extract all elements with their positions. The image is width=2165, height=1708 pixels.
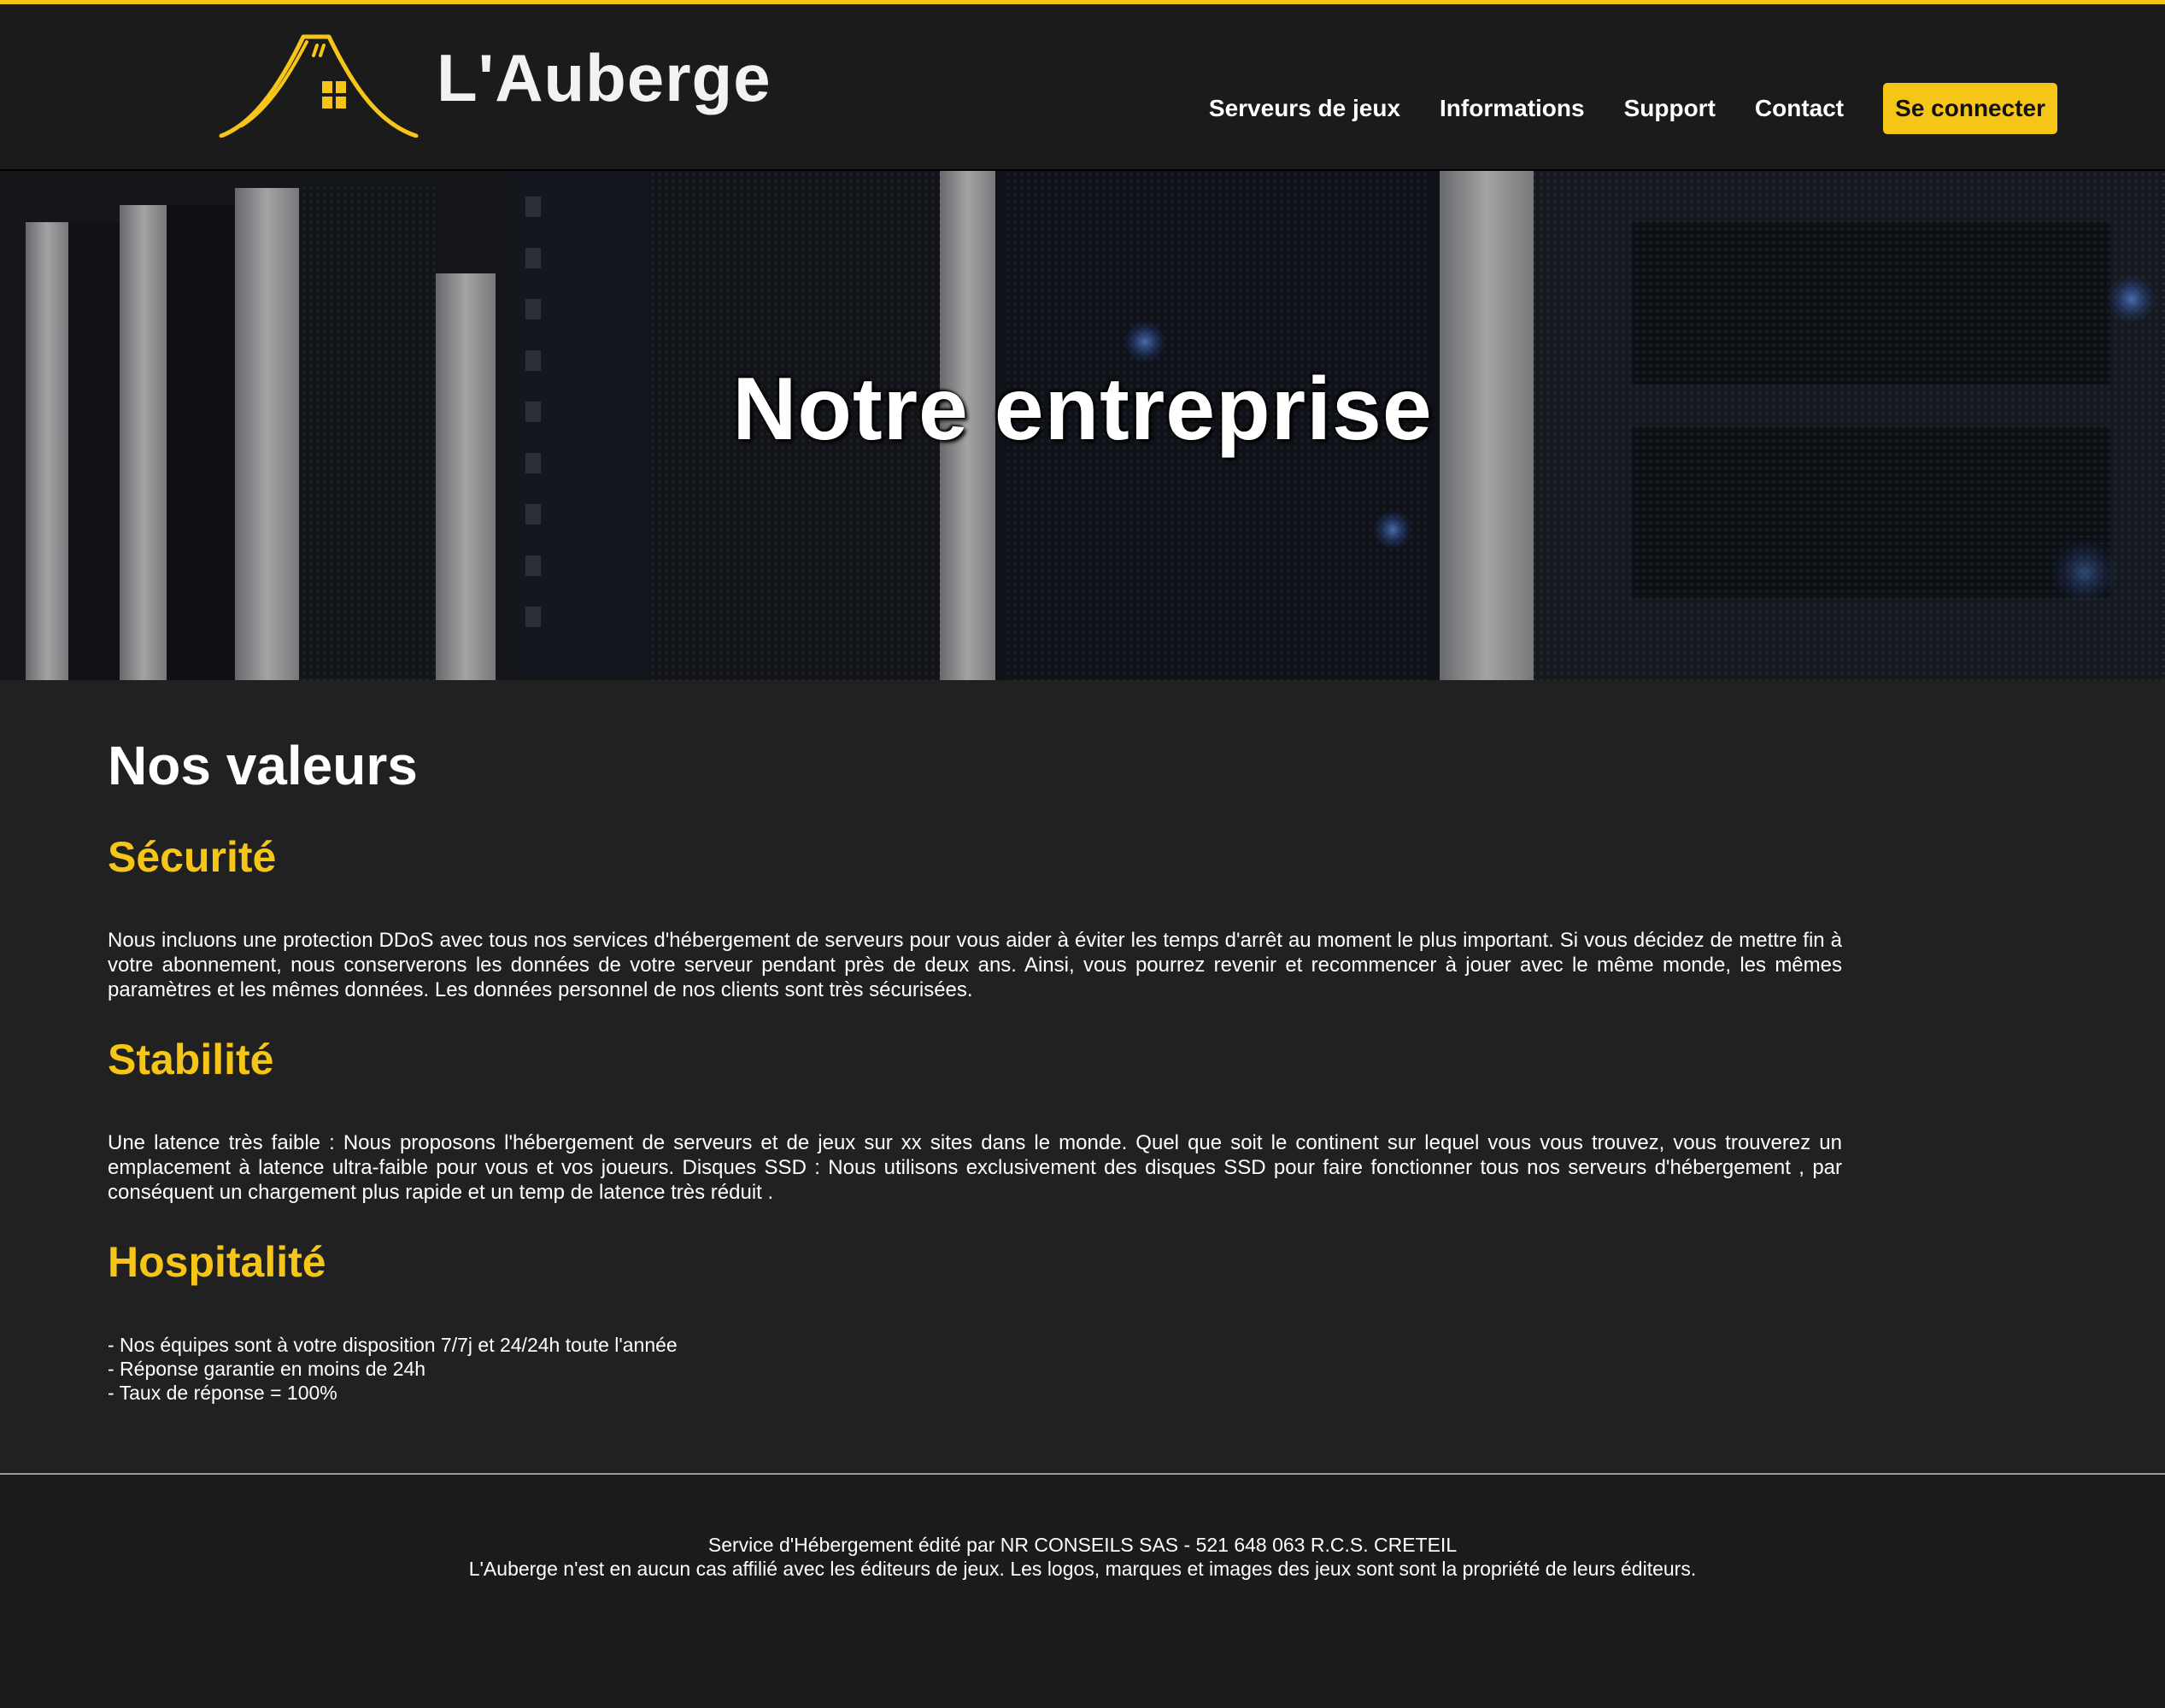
brand-home-link[interactable]: L'Auberge: [218, 30, 772, 138]
list-item: - Réponse garantie en moins de 24h: [108, 1358, 426, 1380]
hospitality-list: - Nos équipes sont à votre disposition 7…: [108, 1333, 1842, 1405]
site-footer: Service d'Hébergement édité par NR CONSE…: [0, 1473, 2165, 1708]
list-item: - Taux de réponse = 100%: [108, 1382, 337, 1404]
brand-name: L'Auberge: [437, 40, 772, 115]
login-button[interactable]: Se connecter: [1883, 83, 2057, 134]
main-content: Nos valeurs Sécurité Nous incluons une p…: [0, 680, 2165, 1473]
nav-item-informations[interactable]: Informations: [1440, 95, 1585, 122]
roof-house-icon: [219, 34, 419, 138]
section-title: Hospitalité: [108, 1238, 326, 1286]
nav-item-contact[interactable]: Contact: [1755, 95, 1844, 122]
footer-disclaimer-line: L'Auberge n'est en aucun cas affilié ave…: [468, 1558, 1697, 1580]
section-hospitalite: Hospitalité - Nos équipes sont à votre d…: [108, 1241, 1842, 1405]
list-item: - Nos équipes sont à votre disposition 7…: [108, 1334, 678, 1356]
section-title: Sécurité: [108, 833, 277, 881]
section-text: Une latence très faible : Nous proposons…: [108, 1131, 1842, 1204]
hero-banner: Notre entreprise: [0, 169, 2165, 682]
section-securite: Sécurité Nous incluons une protection DD…: [108, 836, 1842, 1002]
section-text: Nous incluons une protection DDoS avec t…: [108, 929, 1842, 1001]
footer-publisher-line: Service d'Hébergement édité par NR CONSE…: [707, 1534, 1458, 1556]
hero-title: Notre entreprise: [732, 360, 1433, 459]
nav-item-serveurs-de-jeux[interactable]: Serveurs de jeux: [1209, 95, 1400, 122]
section-title: Stabilité: [108, 1036, 274, 1083]
main-nav: Serveurs de jeux Informations Support Co…: [1170, 83, 2057, 134]
site-header: L'Auberge Serveurs de jeux Informations …: [0, 4, 2165, 169]
nav-item-support[interactable]: Support: [1624, 95, 1716, 122]
section-stabilite: Stabilité Une latence très faible : Nous…: [108, 1038, 1842, 1205]
values-heading: Nos valeurs: [108, 735, 418, 796]
